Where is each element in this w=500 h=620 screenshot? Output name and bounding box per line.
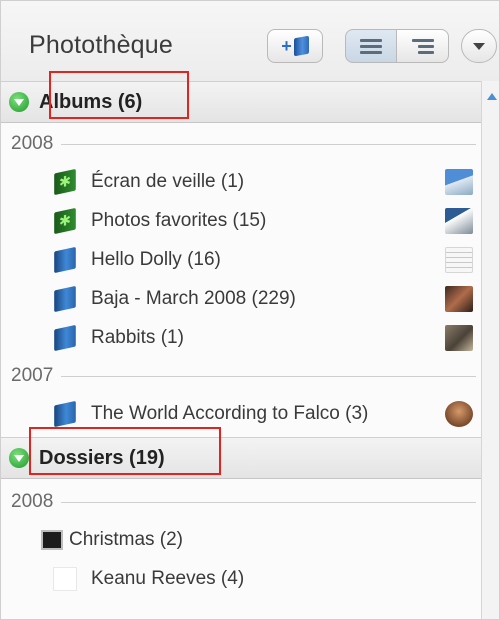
panel-header: Photothèque + (1, 1, 499, 81)
album-icon (54, 324, 76, 352)
album-label: Photos favorites (15) (91, 210, 267, 231)
year-label: 2007 (11, 365, 54, 386)
list-view-button[interactable] (345, 29, 397, 63)
list-item[interactable]: ✱ Écran de veille (1) (1, 163, 481, 201)
list-item[interactable]: ✱ Photos favorites (15) (1, 202, 481, 240)
list-item[interactable]: Keanu Reeves (4) (1, 560, 481, 598)
album-icon (54, 285, 76, 313)
smart-album-icon: ✱ (54, 207, 76, 235)
album-icon (54, 246, 76, 274)
album-label: Rabbits (1) (91, 327, 184, 348)
album-thumbnail (445, 286, 473, 312)
folder-label: Christmas (2) (69, 529, 184, 550)
folders-highlight-box (29, 427, 221, 475)
year-heading-2007: 2007 (11, 365, 476, 387)
album-thumbnail (445, 247, 473, 273)
folder-thumbnail-icon (41, 530, 63, 550)
new-album-button[interactable]: + (267, 29, 323, 63)
year-heading-2008-folders: 2008 (11, 491, 476, 513)
scroll-up-icon[interactable] (487, 93, 497, 100)
album-thumbnail (445, 208, 473, 234)
folder-label: Keanu Reeves (4) (91, 568, 245, 589)
album-label: Hello Dolly (16) (91, 249, 221, 270)
library-list: Albums (6) 2008 ✱ Écran de veille (1) ✱ … (1, 71, 481, 619)
tree-view-button[interactable] (397, 29, 449, 63)
photo-library-panel: Photothèque + Albums (6) 2008 ✱ Écran de… (0, 0, 500, 620)
disclosure-triangle-icon[interactable] (9, 448, 29, 468)
smart-album-icon: ✱ (54, 168, 76, 196)
year-heading-2008: 2008 (11, 133, 476, 155)
album-thumbnail (445, 169, 473, 195)
divider (61, 501, 476, 503)
divider (61, 375, 476, 377)
list-view-icon (360, 38, 382, 54)
year-label: 2008 (11, 133, 54, 154)
new-album-icon (293, 35, 309, 57)
tree-view-icon (411, 38, 434, 54)
list-item[interactable]: Hello Dolly (16) (1, 241, 481, 279)
divider (61, 143, 476, 145)
album-label: Écran de veille (1) (91, 171, 245, 192)
options-menu-button[interactable] (461, 29, 497, 63)
disclosure-triangle-icon[interactable] (9, 92, 29, 112)
album-thumbnail (445, 401, 473, 427)
album-label: Baja - March 2008 (229) (91, 288, 296, 309)
chevron-down-icon (473, 42, 485, 50)
panel-title: Photothèque (29, 31, 173, 59)
album-icon (54, 400, 76, 428)
album-label: The World According to Falco (3) (91, 403, 369, 424)
vertical-scrollbar[interactable] (481, 81, 499, 619)
albums-highlight-box (49, 71, 189, 119)
plus-icon: + (281, 35, 292, 56)
folder-thumbnail-icon (53, 567, 77, 591)
album-thumbnail (445, 325, 473, 351)
list-item[interactable]: Baja - March 2008 (229) (1, 280, 481, 318)
list-item[interactable]: Rabbits (1) (1, 319, 481, 357)
year-label: 2008 (11, 491, 54, 512)
list-item[interactable]: Christmas (2) (1, 521, 481, 559)
